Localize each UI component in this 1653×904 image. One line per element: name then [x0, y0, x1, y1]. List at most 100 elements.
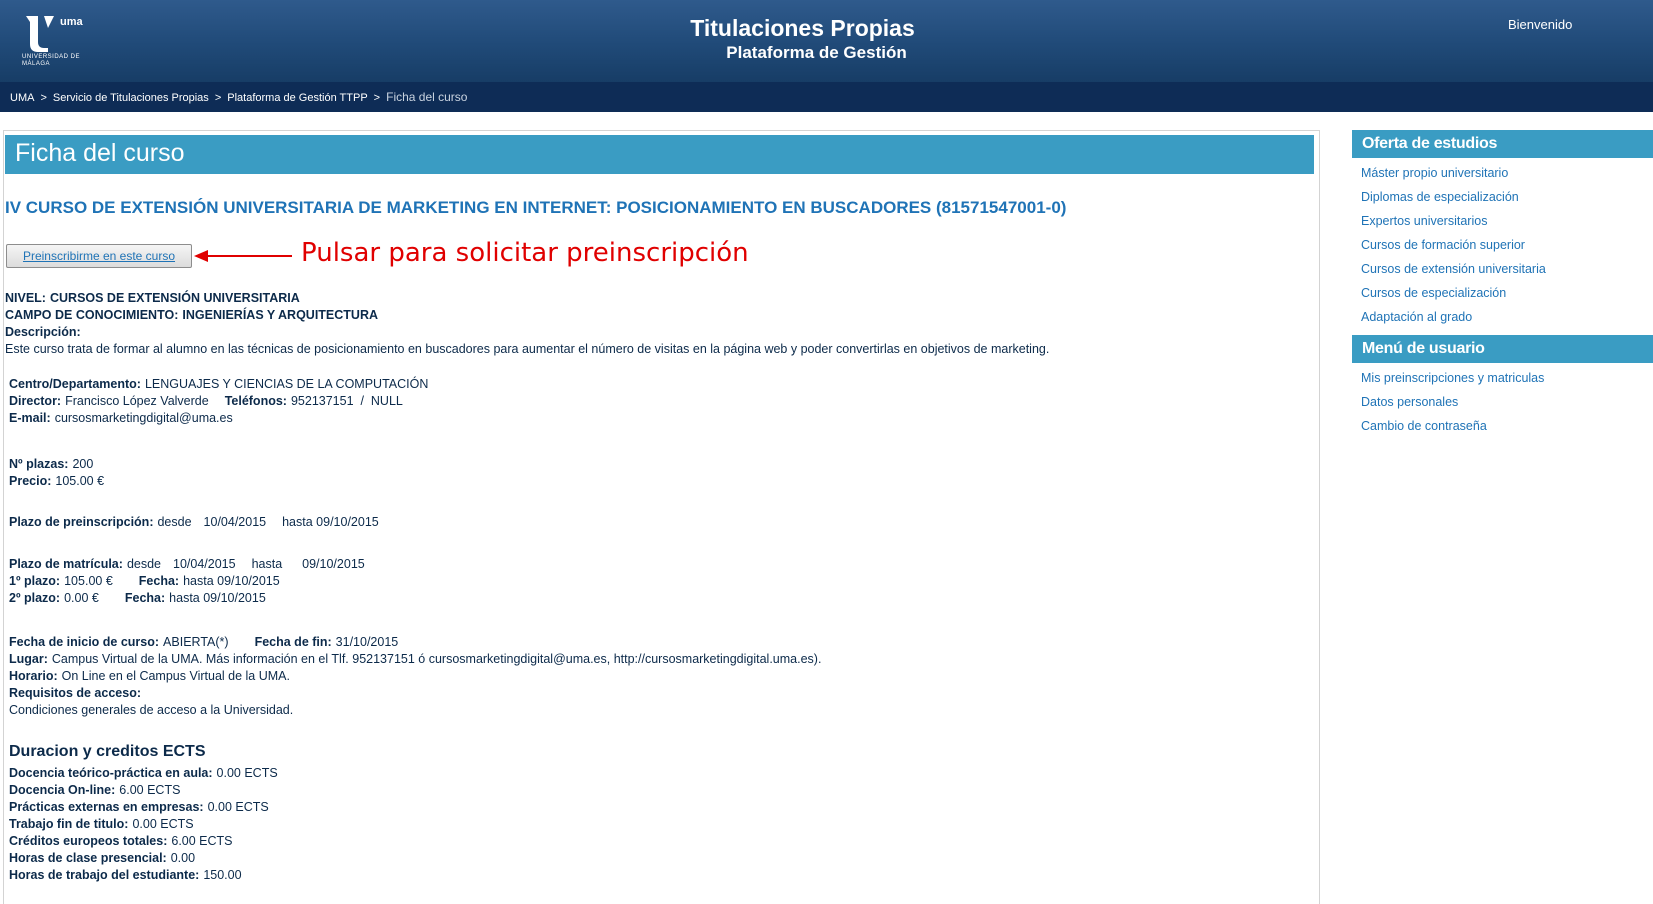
ects-row: Créditos europeos totales: 6.00 ECTS [9, 833, 278, 850]
centro-label: Centro/Departamento: [9, 377, 141, 391]
nivel-label: NIVEL: [5, 291, 46, 305]
sidebar-oferta-title: Oferta de estudios [1352, 130, 1653, 158]
preins-desde: desde [157, 515, 192, 529]
plazo2-fecha-label: Fecha: [124, 591, 166, 605]
sidebar-item-expertos[interactable]: Expertos universitarios [1361, 209, 1653, 233]
sidebar-item-master[interactable]: Máster propio universitario [1361, 161, 1653, 185]
email-label: E-mail: [9, 411, 51, 425]
preins-label: Plazo de preinscripción: [9, 515, 154, 529]
director-value: Francisco López Valverde [65, 394, 209, 408]
descripcion-value: Este curso trata de formar al alumno en … [5, 342, 1050, 356]
sidebar-item-diplomas[interactable]: Diplomas de especialización [1361, 185, 1653, 209]
ects-section-title: Duracion y creditos ECTS [9, 743, 206, 760]
sidebar-oferta-list: Máster propio universitario Diplomas de … [1352, 158, 1653, 329]
lugar-value: Campus Virtual de la UMA. Más informació… [51, 652, 822, 666]
ects-row-label: Docencia On-line: [9, 783, 116, 797]
sidebar: Oferta de estudios Máster propio univers… [1352, 130, 1653, 438]
requisitos-label: Requisitos de acceso: [9, 686, 141, 700]
enrollment-period-block: Plazo de matrícula: desde 10/04/2015 hasta 0… [9, 556, 365, 607]
course-places-block: Nº plazas: 200 Precio: 105.00 € [9, 456, 104, 490]
plazas-label: Nº plazas: [9, 457, 69, 471]
sidebar-item-formacion-superior[interactable]: Cursos de formación superior [1361, 233, 1653, 257]
ects-row: Prácticas externas en empresas: 0.00 ECTS [9, 799, 278, 816]
campo-value: INGENIERÍAS Y ARQUITECTURA [182, 308, 379, 322]
plazo1-label: 1º plazo: [9, 574, 61, 588]
matricula-label: Plazo de matrícula: [9, 557, 123, 571]
sidebar-item-especializacion[interactable]: Cursos de especialización [1361, 281, 1653, 305]
matricula-desde: desde [126, 557, 161, 571]
sidebar-item-adaptacion[interactable]: Adaptación al grado [1361, 305, 1653, 329]
course-contact-block: Centro/Departamento: LENGUAJES Y CIENCIAS… [9, 376, 428, 427]
site-title-sub: Plataforma de Gestión [726, 43, 907, 62]
telefonos-label: Teléfonos: [224, 394, 287, 408]
campo-label: CAMPO DE CONOCIMIENTO: [5, 308, 179, 322]
fin-label: Fecha de fin: [254, 635, 332, 649]
email-value: cursosmarketingdigital@uma.es [54, 411, 233, 425]
welcome-text: Bienvenido [1508, 17, 1573, 32]
plazo2-value: 0.00 € [64, 591, 99, 605]
sidebar-menu-title: Menú de usuario [1352, 335, 1653, 363]
horario-label: Horario: [9, 669, 58, 683]
ects-row: Docencia On-line: 6.00 ECTS [9, 782, 278, 799]
telefonos-value: 952137151 / NULL [290, 394, 403, 408]
sidebar-menu-list: Mis preinscripciones y matriculas Datos … [1352, 363, 1653, 438]
sidebar-item-datos-personales[interactable]: Datos personales [1361, 390, 1653, 414]
uma-logo[interactable]: uma UNIVERSIDAD DE MÁLAGA [22, 12, 83, 72]
site-header: uma UNIVERSIDAD DE MÁLAGA Titulaciones P… [0, 0, 1653, 82]
plazas-value: 200 [72, 457, 94, 471]
ects-row-label: Horas de clase presencial: [9, 851, 167, 865]
ects-row-label: Prácticas externas en empresas: [9, 800, 204, 814]
nivel-value: CURSOS DE EXTENSIÓN UNIVERSITARIA [49, 291, 300, 305]
course-level-block: NIVEL: CURSOS DE EXTENSIÓN UNIVERSITARIA … [5, 290, 1049, 358]
centro-value: LENGUAJES Y CIENCIAS DE LA COMPUTACIÓN [144, 377, 429, 391]
ects-row-value: 0.00 ECTS [216, 766, 278, 780]
ects-row: Docencia teórico-práctica en aula: 0.00 E… [9, 765, 278, 782]
site-title-main: Titulaciones Propias [690, 15, 915, 41]
lugar-label: Lugar: [9, 652, 48, 666]
ects-row-label: Créditos europeos totales: [9, 834, 168, 848]
ects-row-value: 150.00 [203, 868, 242, 882]
page-title: Ficha del curso [5, 135, 1314, 174]
breadcrumb-separator: > [40, 92, 47, 104]
sidebar-item-extension[interactable]: Cursos de extensión universitaria [1361, 257, 1653, 281]
descripcion-label: Descripción: [5, 325, 81, 339]
fin-value: 31/10/2015 [335, 635, 399, 649]
preins-desde-value: 10/04/2015 [203, 515, 267, 529]
plazo1-fecha-value: hasta 09/10/2015 [183, 574, 280, 588]
sidebar-item-mis-preinscripciones[interactable]: Mis preinscripciones y matriculas [1361, 366, 1653, 390]
ects-row-value: 0.00 ECTS [132, 817, 194, 831]
logo-university-name: UNIVERSIDAD DE MÁLAGA [22, 54, 81, 67]
matricula-hasta: hasta [251, 557, 283, 571]
requisitos-value: Condiciones generales de acceso a la Uni… [9, 703, 294, 717]
ects-row: Horas de trabajo del estudiante: 150.00 [9, 867, 278, 884]
ects-row-value: 0.00 [170, 851, 196, 865]
logo-mark-text: uma [60, 16, 83, 28]
breadcrumb-item-plataforma[interactable]: Plataforma de Gestión TTPP [227, 92, 367, 104]
breadcrumb-item-servicio[interactable]: Servicio de Titulaciones Propias [53, 92, 209, 104]
matricula-hasta-value: 09/10/2015 [302, 557, 365, 571]
site-title: Titulaciones Propias Plataforma de Gesti… [640, 14, 965, 64]
breadcrumb: UMA > Servicio de Titulaciones Propias > Pla… [0, 82, 1653, 112]
course-title: IV CURSO DE EXTENSIÓN UNIVERSITARIA DE M… [5, 198, 1067, 217]
plazo1-fecha-label: Fecha: [138, 574, 180, 588]
breadcrumb-current: Ficha del curso [386, 90, 468, 104]
ects-row-value: 6.00 ECTS [171, 834, 233, 848]
preins-hasta: hasta 09/10/2015 [282, 515, 379, 529]
ects-row-label: Trabajo fin de titulo: [9, 817, 129, 831]
breadcrumb-separator: > [373, 92, 381, 104]
sidebar-item-cambio-contrasena[interactable]: Cambio de contraseña [1361, 414, 1653, 438]
inicio-label: Fecha de inicio de curso: [9, 635, 160, 649]
ects-block: Docencia teórico-práctica en aula: 0.00 E… [9, 765, 278, 884]
breadcrumb-item-uma[interactable]: UMA [10, 92, 34, 104]
ects-row-value: 6.00 ECTS [119, 783, 181, 797]
plazo2-label: 2º plazo: [9, 591, 61, 605]
precio-label: Precio: [9, 474, 52, 488]
preinscribe-button[interactable]: Preinscribirme en este curso [6, 244, 192, 268]
horario-value: On Line en el Campus Virtual de la UMA. [61, 669, 290, 683]
annotation-text: Pulsar para solicitar preinscripción [301, 238, 749, 268]
plazo2-fecha-value: hasta 09/10/2015 [169, 591, 266, 605]
matricula-desde-value: 10/04/2015 [173, 557, 236, 571]
breadcrumb-separator: > [214, 92, 222, 104]
course-dates-block: Fecha de inicio de curso: ABIERTA(*) Fecha… [9, 634, 821, 719]
director-label: Director: [9, 394, 62, 408]
